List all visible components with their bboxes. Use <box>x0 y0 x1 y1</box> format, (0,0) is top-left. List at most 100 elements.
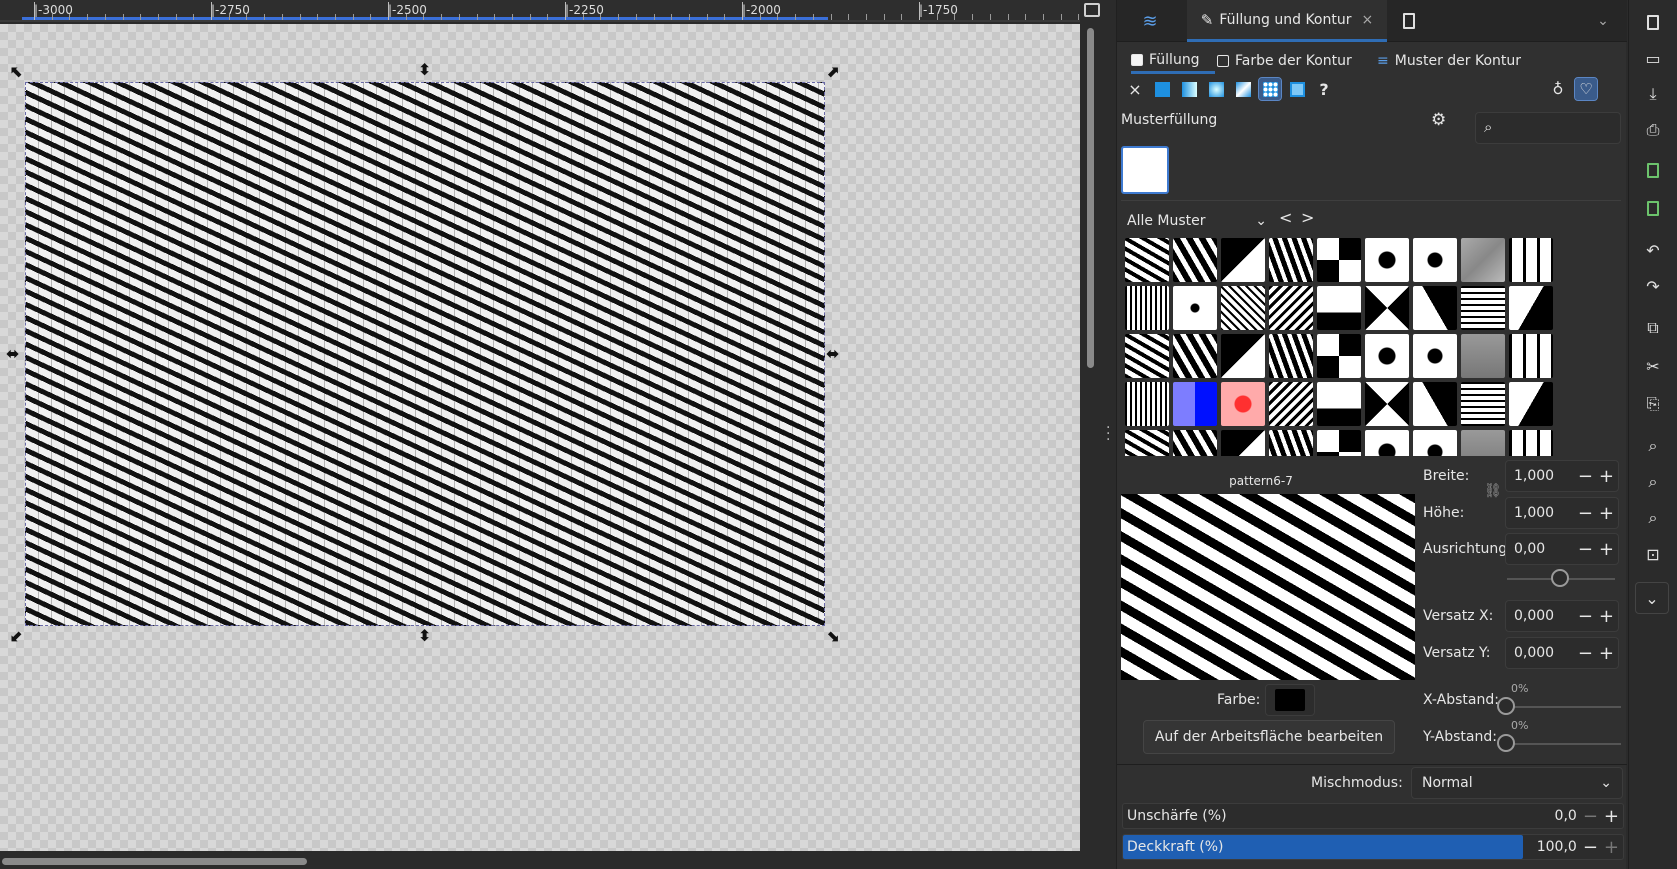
pattern-thumbnail[interactable] <box>1269 334 1313 378</box>
export-icon[interactable] <box>1641 196 1665 220</box>
blur-slider[interactable]: Unschärfe (%) 0,0 − + <box>1122 803 1624 829</box>
gap-x-slider-track[interactable] <box>1507 706 1621 708</box>
increment-button[interactable]: + <box>1604 837 1619 858</box>
canvas-area[interactable]: |-3000 |-2750 |-2500 |-2250 |-2000 |-175… <box>0 0 1100 869</box>
cut-icon[interactable]: ✂ <box>1641 354 1665 378</box>
increment-button[interactable]: + <box>1599 503 1614 524</box>
print-icon[interactable]: ⎙ <box>1641 118 1665 142</box>
pattern-thumbnail[interactable] <box>1173 286 1217 330</box>
pattern-thumbnail[interactable] <box>1173 334 1217 378</box>
pattern-thumbnail[interactable] <box>1413 238 1457 282</box>
pattern-thumbnail[interactable] <box>1269 238 1313 282</box>
new-document-icon[interactable] <box>1641 10 1665 34</box>
width-spinbox[interactable]: 1,000 − + <box>1505 460 1619 492</box>
fill-rule-nonzero-button[interactable]: ♡ <box>1574 77 1598 101</box>
horizontal-scrollbar[interactable] <box>0 853 1080 869</box>
scale-handle-top-right[interactable]: ⬈ <box>826 64 839 80</box>
height-spinbox[interactable]: 1,000 − + <box>1505 497 1619 529</box>
pattern-thumbnail[interactable] <box>1413 286 1457 330</box>
import-icon[interactable] <box>1641 158 1665 182</box>
pattern-thumbnail[interactable] <box>1173 238 1217 282</box>
pattern-thumbnail[interactable] <box>1365 286 1409 330</box>
orientation-spinbox[interactable]: 0,00 − + <box>1505 533 1619 565</box>
pattern-thumbnail[interactable] <box>1509 382 1553 426</box>
zoom-page-icon[interactable]: ⌕ <box>1641 506 1665 530</box>
pattern-thumbnail[interactable] <box>1317 286 1361 330</box>
pattern-thumbnail[interactable] <box>1461 430 1505 456</box>
pattern-thumbnail[interactable] <box>1221 334 1265 378</box>
layers-objects-tab[interactable]: ≋ <box>1117 0 1183 42</box>
save-icon[interactable]: ⤓ <box>1641 82 1665 106</box>
decrement-button[interactable]: − <box>1578 503 1593 524</box>
pattern-thumbnail[interactable] <box>1269 286 1313 330</box>
pattern-thumbnail[interactable] <box>1413 430 1457 456</box>
next-collection-button[interactable]: > <box>1301 208 1314 227</box>
pattern-filled-rectangle[interactable] <box>25 82 825 626</box>
increment-button[interactable]: + <box>1599 643 1614 664</box>
pattern-thumbnail[interactable] <box>1221 430 1265 456</box>
pattern-thumbnail[interactable] <box>1413 382 1457 426</box>
decrement-button[interactable]: − <box>1583 806 1598 827</box>
pattern-thumbnail[interactable] <box>1365 430 1409 456</box>
gap-y-slider-track[interactable] <box>1507 743 1621 745</box>
pattern-thumbnail[interactable] <box>1461 334 1505 378</box>
offset-y-spinbox[interactable]: 0,000 − + <box>1505 637 1619 669</box>
scale-handle-right[interactable]: ⬌ <box>826 346 839 362</box>
unset-paint-button[interactable]: ? <box>1313 78 1335 100</box>
no-paint-button[interactable]: × <box>1124 78 1146 100</box>
pattern-thumbnail[interactable] <box>1173 430 1217 456</box>
paste-icon[interactable]: ⎘ <box>1641 392 1665 416</box>
pattern-thumbnail[interactable] <box>1125 286 1169 330</box>
pattern-thumbnail[interactable] <box>1317 430 1361 456</box>
pattern-thumbnail[interactable] <box>1317 238 1361 282</box>
pattern-thumbnail[interactable] <box>1221 238 1265 282</box>
close-tab-icon[interactable]: × <box>1362 12 1374 28</box>
increment-button[interactable]: + <box>1604 806 1619 827</box>
drawing-canvas[interactable]: ⬉ ⬍ ⬈ ⬌ ⬌ ⬋ ⬍ ⬊ <box>0 24 1080 851</box>
decrement-button[interactable]: − <box>1578 606 1593 627</box>
pattern-thumbnail[interactable] <box>1365 238 1409 282</box>
linear-gradient-button[interactable] <box>1178 78 1200 100</box>
redo-icon[interactable]: ↷ <box>1641 274 1665 298</box>
pattern-thumbnail[interactable] <box>1509 430 1553 456</box>
gap-x-slider-knob[interactable] <box>1497 697 1515 715</box>
more-icon[interactable]: ⌄ <box>1635 582 1669 614</box>
current-pattern-thumbnail[interactable] <box>1121 146 1169 194</box>
blend-mode-select[interactable]: Normal ⌄ <box>1411 767 1623 799</box>
scale-handle-bottom-left[interactable]: ⬋ <box>10 628 23 644</box>
pattern-thumbnail[interactable] <box>1125 334 1169 378</box>
opacity-slider[interactable]: Deckkraft (%) 100,0 − + <box>1122 834 1624 860</box>
increment-button[interactable]: + <box>1599 539 1614 560</box>
fill-rule-evenodd-button[interactable]: ♁ <box>1547 78 1569 100</box>
scale-handle-top[interactable]: ⬍ <box>418 62 431 78</box>
vertical-scrollbar[interactable] <box>1084 24 1096 851</box>
pattern-thumbnail[interactable] <box>1221 286 1265 330</box>
export-tab[interactable] <box>1389 0 1429 42</box>
flat-color-button[interactable] <box>1151 78 1173 100</box>
zoom-selection-icon[interactable]: ⌕ <box>1641 434 1665 458</box>
vertical-scroll-thumb[interactable] <box>1087 28 1094 368</box>
pattern-thumbnail[interactable] <box>1269 382 1313 426</box>
scale-handle-bottom-right[interactable]: ⬊ <box>826 628 839 644</box>
swatch-button[interactable] <box>1286 78 1308 100</box>
pattern-thumbnail[interactable] <box>1509 334 1553 378</box>
pattern-thumbnail[interactable] <box>1125 382 1169 426</box>
pattern-thumbnail[interactable] <box>1461 382 1505 426</box>
pattern-thumbnail[interactable] <box>1509 238 1553 282</box>
pattern-thumbnail[interactable] <box>1173 382 1217 426</box>
pattern-thumbnail[interactable] <box>1221 382 1265 426</box>
zoom-center-icon[interactable]: ⊡ <box>1641 542 1665 566</box>
pattern-button[interactable] <box>1258 77 1282 101</box>
display-mode-icon[interactable] <box>1084 3 1100 17</box>
pattern-thumbnail[interactable] <box>1509 286 1553 330</box>
orientation-slider-knob[interactable] <box>1551 569 1569 587</box>
pattern-search-input[interactable]: ⌕ <box>1475 112 1621 144</box>
offset-x-spinbox[interactable]: 0,000 − + <box>1505 600 1619 632</box>
gap-y-slider-knob[interactable] <box>1497 734 1515 752</box>
link-icon[interactable]: ⛓ <box>1484 483 1502 499</box>
pattern-thumbnail[interactable] <box>1317 382 1361 426</box>
decrement-button[interactable]: − <box>1578 539 1593 560</box>
decrement-button[interactable]: − <box>1583 837 1598 858</box>
pattern-thumbnail[interactable] <box>1461 238 1505 282</box>
increment-button[interactable]: + <box>1599 606 1614 627</box>
